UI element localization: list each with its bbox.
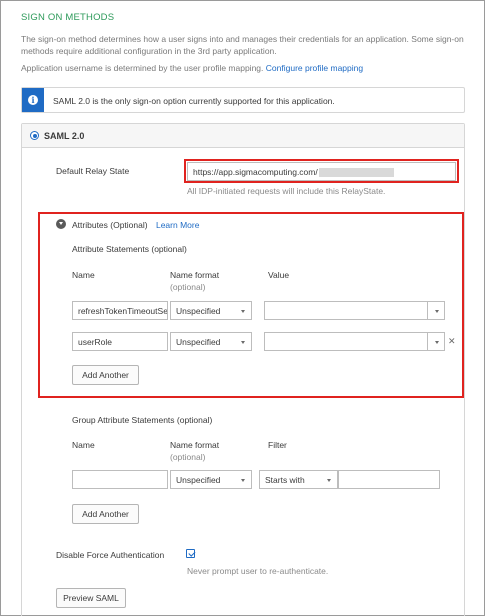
attr-name-input[interactable]: userRole xyxy=(72,332,168,351)
saml-option-label: SAML 2.0 xyxy=(44,131,85,141)
group-col-name: Name xyxy=(72,440,95,450)
attr-format-value: Unspecified xyxy=(176,337,221,347)
section-title: SIGN ON METHODS xyxy=(21,12,115,23)
group-format-value: Unspecified xyxy=(176,475,221,485)
relay-state-label: Default Relay State xyxy=(56,166,130,176)
sign-on-description: The sign-on method determines how a user… xyxy=(21,34,464,56)
group-col-filter: Filter xyxy=(268,440,287,450)
sign-on-methods-panel: SIGN ON METHODS The sign-on method deter… xyxy=(0,0,485,616)
group-filter-value-input[interactable] xyxy=(338,470,440,489)
chevron-down-icon xyxy=(434,309,439,313)
remove-row-close-icon[interactable]: ✕ xyxy=(448,336,456,347)
force-auth-hint: Never prompt user to re-authenticate. xyxy=(187,566,329,576)
relay-state-highlight xyxy=(184,159,459,183)
info-banner-text: SAML 2.0 is the only sign-on option curr… xyxy=(53,96,335,106)
chevron-down-icon xyxy=(241,478,245,482)
attr-format-value: Unspecified xyxy=(176,306,221,316)
attr-col-format: Name format xyxy=(170,270,220,280)
attributes-toggle-text: Attributes (Optional) xyxy=(72,220,148,230)
force-auth-checkbox[interactable] xyxy=(186,549,195,558)
configure-profile-mapping-link[interactable]: Configure profile mapping xyxy=(266,63,363,73)
chevron-down-icon xyxy=(241,309,245,313)
username-note: Application username is determined by th… xyxy=(21,63,363,73)
attr-col-value: Value xyxy=(268,270,290,280)
attribute-statements-title: Attribute Statements (optional) xyxy=(72,244,187,254)
learn-more-link[interactable]: Learn More xyxy=(156,220,199,230)
attr-format-select[interactable]: Unspecified xyxy=(170,332,252,351)
group-filter-value: Starts with xyxy=(265,475,305,485)
attr-value-combobox[interactable] xyxy=(264,301,445,320)
info-banner-bar: i xyxy=(22,88,44,112)
attributes-toggle-label[interactable]: Attributes (Optional) Learn More xyxy=(72,220,199,230)
group-filter-select[interactable]: Starts with xyxy=(259,470,338,489)
chevron-down-icon xyxy=(434,340,439,344)
attr-name-input[interactable]: refreshTokenTimeoutSeconds xyxy=(72,301,168,320)
group-col-format-sub: (optional) xyxy=(170,452,206,462)
attr-value-combobox[interactable] xyxy=(264,332,445,351)
username-note-text: Application username is determined by th… xyxy=(21,63,264,73)
group-col-format: Name format xyxy=(170,440,220,450)
attr-value-dropdown-button[interactable] xyxy=(427,333,444,350)
relay-state-hint: All IDP-initiated requests will include … xyxy=(187,186,386,196)
info-icon: i xyxy=(28,95,38,105)
attr-col-format-sub: (optional) xyxy=(170,282,206,292)
add-another-group-attribute-button[interactable]: Add Another xyxy=(72,504,139,524)
group-attribute-statements-title: Group Attribute Statements (optional) xyxy=(72,415,213,425)
add-another-attribute-button[interactable]: Add Another xyxy=(72,365,139,385)
attr-format-select[interactable]: Unspecified xyxy=(170,301,252,320)
attr-value-dropdown-button[interactable] xyxy=(427,302,444,319)
attr-col-name: Name xyxy=(72,270,95,280)
saml-option-header[interactable]: SAML 2.0 xyxy=(22,124,464,148)
collapse-chevron-icon[interactable] xyxy=(56,219,66,229)
chevron-down-icon xyxy=(327,478,331,482)
chevron-down-icon xyxy=(241,340,245,344)
group-name-input[interactable] xyxy=(72,470,168,489)
force-auth-label: Disable Force Authentication xyxy=(56,550,165,560)
group-format-select[interactable]: Unspecified xyxy=(170,470,252,489)
info-banner: i SAML 2.0 is the only sign-on option cu… xyxy=(21,87,465,113)
saml-radio-button[interactable] xyxy=(30,131,39,140)
preview-saml-button[interactable]: Preview SAML xyxy=(56,588,126,608)
